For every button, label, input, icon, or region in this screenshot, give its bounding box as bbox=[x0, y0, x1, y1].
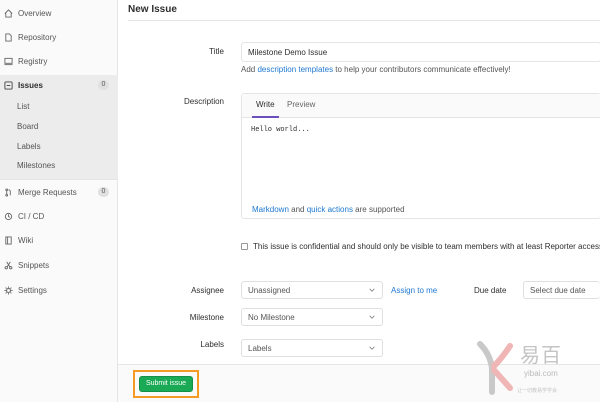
due-date-input[interactable]: Select due date bbox=[523, 281, 600, 299]
title-help-text: Add description templates to help your c… bbox=[241, 65, 511, 74]
sidebar: Overview Repository Registry Issues 0 Li… bbox=[0, 0, 118, 402]
markdown-link[interactable]: Markdown bbox=[252, 205, 289, 214]
active-tab-indicator bbox=[252, 116, 279, 118]
labels-value: Labels bbox=[248, 343, 272, 353]
watermark: 易百 yibai.com 让一切教易学学会 bbox=[473, 336, 600, 402]
app-window: Overview Repository Registry Issues 0 Li… bbox=[0, 0, 600, 402]
sidebar-item-settings[interactable]: Settings bbox=[0, 280, 118, 300]
monitor-icon bbox=[4, 57, 13, 66]
assignee-label: Assignee bbox=[191, 286, 224, 295]
sidebar-item-label: Registry bbox=[18, 56, 48, 66]
sidebar-item-ci-cd[interactable]: CI / CD bbox=[0, 206, 118, 226]
assign-to-me-link[interactable]: Assign to me bbox=[391, 286, 437, 295]
sidebar-item-label: Issues bbox=[18, 80, 43, 90]
submit-issue-button[interactable]: Submit issue bbox=[139, 376, 193, 392]
description-textarea[interactable]: Hello world... bbox=[251, 126, 310, 134]
chevron-down-icon bbox=[369, 288, 375, 292]
watermark-tagline: 让一切教易学学会 bbox=[517, 388, 558, 394]
title-divider bbox=[128, 20, 600, 21]
chevron-down-icon bbox=[369, 315, 375, 319]
description-label: Description bbox=[183, 97, 224, 106]
title-input[interactable]: Milestone Demo Issue bbox=[241, 42, 600, 62]
sidebar-item-label: Snippets bbox=[18, 260, 50, 270]
issues-count-badge: 0 bbox=[98, 80, 109, 90]
merge-request-icon bbox=[4, 187, 13, 197]
description-templates-link[interactable]: description templates bbox=[257, 65, 333, 74]
sidebar-subitem-labels[interactable]: Labels bbox=[17, 142, 41, 151]
watermark-logo bbox=[477, 341, 513, 395]
sidebar-item-label: Wiki bbox=[18, 235, 34, 245]
sidebar-item-issues[interactable]: Issues 0 bbox=[0, 75, 118, 95]
sidebar-subitem-milestones[interactable]: Milestones bbox=[17, 161, 55, 170]
title-label: Title bbox=[209, 47, 224, 56]
sidebar-item-label: Settings bbox=[18, 285, 47, 295]
editor-tabbar: Write Preview bbox=[242, 94, 600, 118]
sidebar-item-registry[interactable]: Registry bbox=[0, 51, 118, 71]
quick-actions-link[interactable]: quick actions bbox=[307, 205, 353, 214]
milestone-value: No Milestone bbox=[248, 312, 295, 322]
confidential-option: This issue is confidential and should on… bbox=[241, 242, 600, 251]
chevron-down-icon bbox=[369, 346, 375, 350]
sidebar-item-label: Repository bbox=[18, 32, 57, 42]
issues-icon bbox=[4, 80, 13, 90]
document-icon bbox=[4, 32, 13, 42]
sidebar-item-wiki[interactable]: Wiki bbox=[0, 230, 118, 250]
scissors-icon bbox=[4, 261, 13, 270]
labels-label: Labels bbox=[200, 340, 224, 349]
confidential-label: This issue is confidential and should on… bbox=[253, 242, 600, 251]
editor-footer: Markdown and quick actions are supported bbox=[252, 205, 405, 214]
help-suffix: to help your contributors communicate ef… bbox=[333, 65, 511, 74]
labels-dropdown[interactable]: Labels bbox=[241, 339, 383, 357]
due-date-label: Due date bbox=[474, 286, 507, 295]
submit-highlight: Submit issue bbox=[133, 370, 199, 398]
milestone-dropdown[interactable]: No Milestone bbox=[241, 308, 383, 326]
sidebar-subitem-list[interactable]: List bbox=[17, 102, 29, 111]
sidebar-item-label: CI / CD bbox=[18, 211, 45, 221]
tab-write[interactable]: Write bbox=[256, 100, 275, 109]
due-date-placeholder: Select due date bbox=[530, 285, 586, 295]
tab-preview[interactable]: Preview bbox=[287, 100, 315, 109]
sidebar-item-repository[interactable]: Repository bbox=[0, 27, 118, 47]
assignee-value: Unassigned bbox=[248, 285, 291, 295]
sidebar-subitem-board[interactable]: Board bbox=[17, 122, 38, 131]
rocket-icon bbox=[4, 212, 13, 221]
title-input-value: Milestone Demo Issue bbox=[248, 47, 328, 57]
watermark-domain: yibai.com bbox=[524, 369, 558, 378]
sidebar-item-merge-requests[interactable]: Merge Requests 0 bbox=[0, 182, 118, 202]
assignee-dropdown[interactable]: Unassigned bbox=[241, 281, 383, 299]
watermark-chinese: 易百 bbox=[520, 343, 562, 367]
sidebar-divider bbox=[0, 179, 118, 180]
footer-suffix: are supported bbox=[352, 205, 405, 214]
confidential-checkbox[interactable] bbox=[241, 243, 248, 250]
sidebar-item-snippets[interactable]: Snippets bbox=[0, 255, 118, 275]
milestone-label: Milestone bbox=[189, 313, 224, 322]
sidebar-item-label: Merge Requests bbox=[18, 187, 77, 197]
home-icon bbox=[4, 8, 13, 18]
help-prefix: Add bbox=[241, 65, 258, 74]
merge-requests-count-badge: 0 bbox=[98, 187, 109, 197]
footer-and: and bbox=[288, 205, 307, 214]
sidebar-item-label: Overview bbox=[18, 8, 52, 18]
page-title: New Issue bbox=[128, 4, 177, 15]
book-icon bbox=[4, 235, 13, 245]
description-editor: Write Preview Hello world... Markdown an… bbox=[241, 93, 600, 219]
sidebar-item-overview[interactable]: Overview bbox=[0, 3, 118, 23]
gear-icon bbox=[4, 285, 13, 295]
